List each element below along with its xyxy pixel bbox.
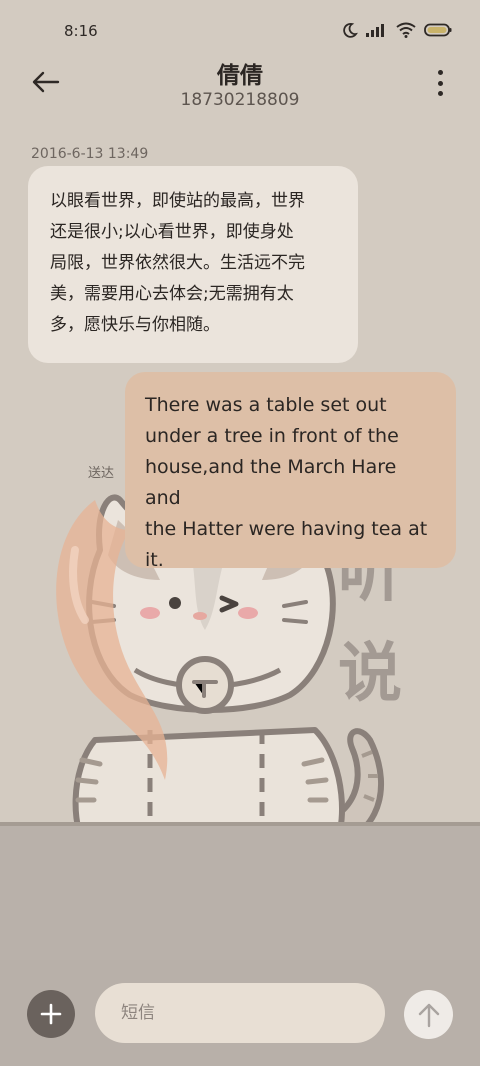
add-attachment-button[interactable]: [27, 990, 75, 1038]
send-button[interactable]: [404, 990, 453, 1039]
outgoing-message-bubble[interactable]: There was a table set out under a tree i…: [125, 372, 456, 571]
more-vertical-icon: [437, 70, 443, 75]
wallpaper-char-2: 说: [338, 637, 402, 711]
message-line: 美，需要用心去体会;无需拥有太: [50, 284, 294, 304]
wallpaper-floor: [0, 822, 480, 962]
message-line: 以眼看世界，即使站的最高，世界: [50, 191, 305, 211]
delivery-status: 送达: [88, 466, 115, 481]
send-arrow-icon: [418, 1003, 439, 1027]
message-line: under a tree in front of the: [145, 425, 399, 447]
more-options-button[interactable]: [434, 70, 446, 96]
moon-icon: [343, 22, 358, 38]
contact-number: 18730218809: [180, 90, 300, 110]
message-line: it.: [145, 549, 164, 571]
status-time: 8:16: [64, 22, 98, 40]
message-line: house,and the March Hare and: [145, 456, 397, 509]
incoming-message-bubble[interactable]: 以眼看世界，即使站的最高，世界 还是很小;以心看世界，即使身处 局限，世界依然很…: [28, 166, 358, 363]
status-icons: [342, 22, 452, 38]
composer-bar: [0, 960, 480, 1066]
plus-icon: [40, 1003, 62, 1025]
message-line: 多，愿快乐与你相随。: [50, 315, 220, 335]
wifi-icon: [396, 22, 416, 38]
message-timestamp: 2016-6-13 13:49: [31, 146, 149, 162]
message-line: 还是很小;以心看世界，即使身处: [50, 222, 294, 242]
battery-icon: [424, 23, 452, 37]
message-line: the Hatter were having tea at: [145, 518, 428, 540]
message-line: 局限，世界依然很大。生活远不完: [50, 253, 305, 273]
sms-input[interactable]: [95, 983, 385, 1043]
conversation-header: 倩倩 18730218809: [0, 50, 480, 120]
signal-icon: [366, 24, 384, 37]
contact-name: 倩倩: [217, 63, 263, 89]
message-line: There was a table set out: [145, 394, 387, 416]
